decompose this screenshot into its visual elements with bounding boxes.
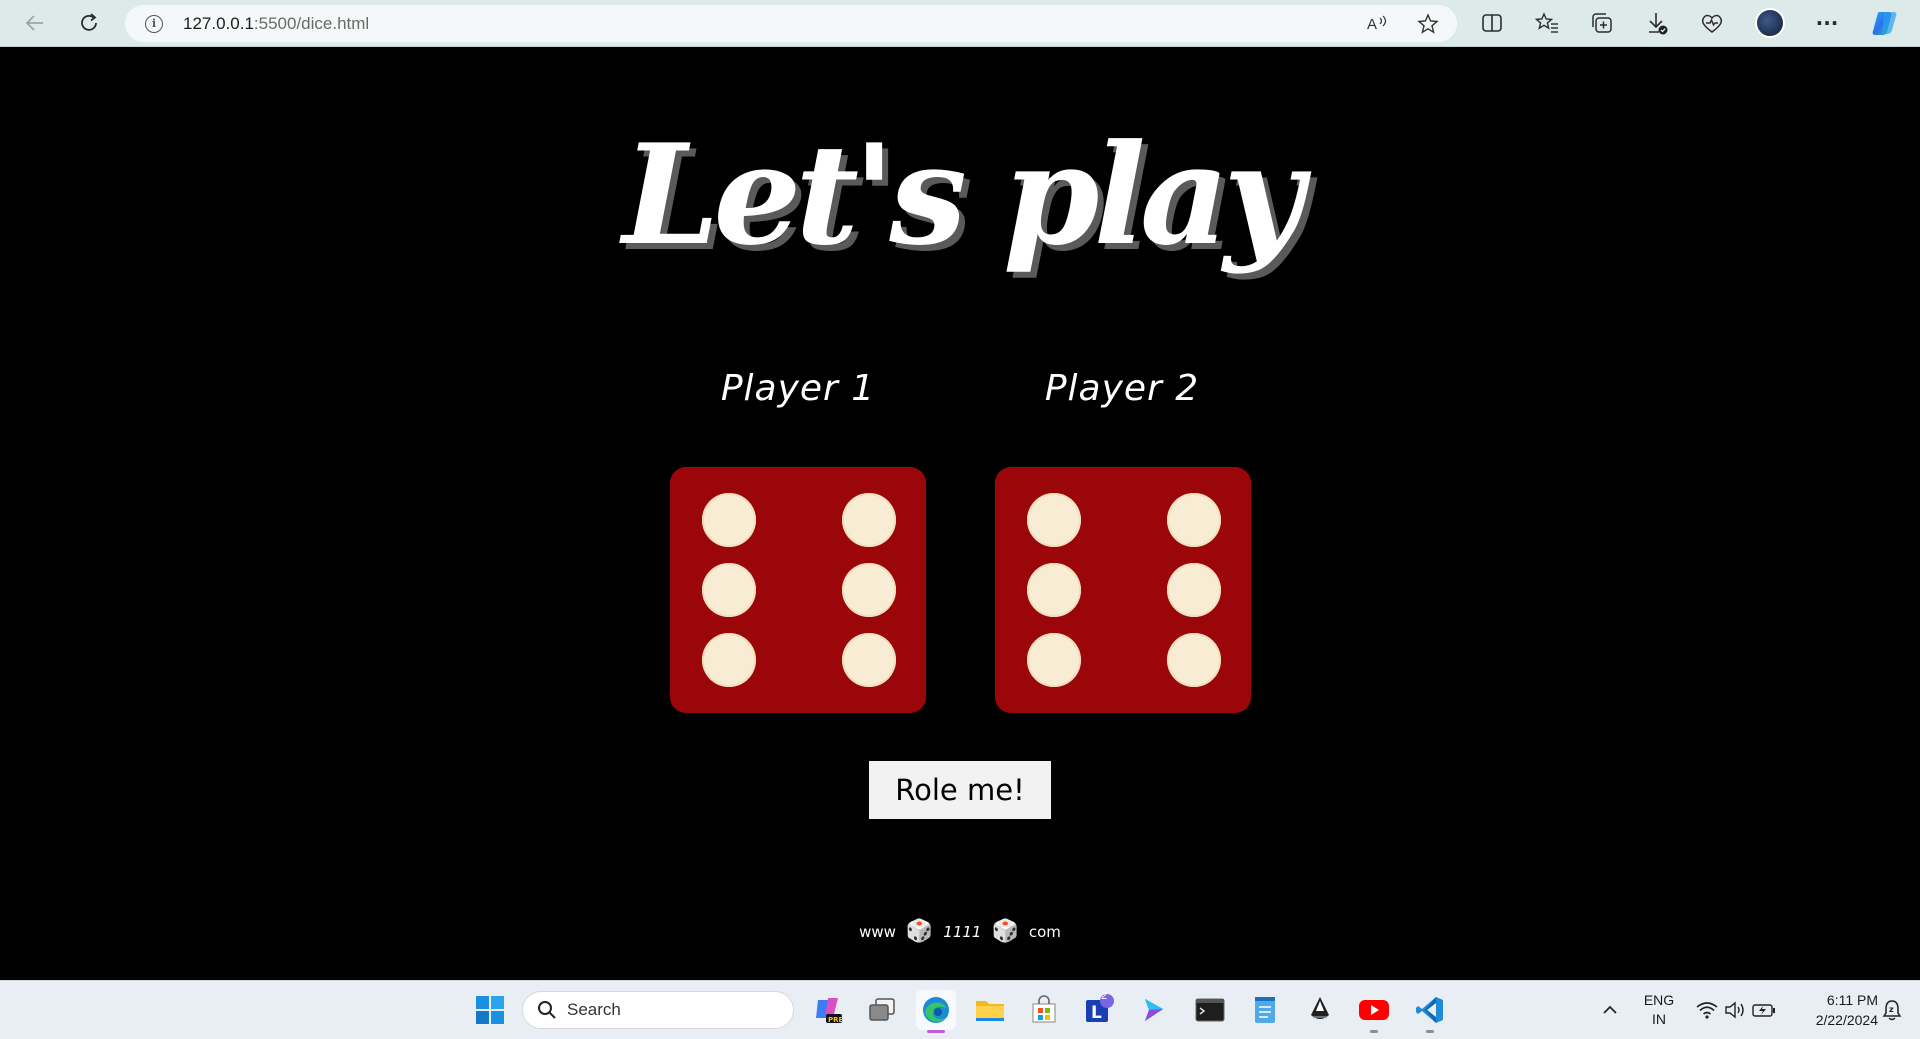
svg-text:PRE: PRE (828, 1016, 844, 1024)
dice-icon: 🎲 (991, 919, 1019, 944)
taskbar-search[interactable]: Search (522, 991, 794, 1029)
browser-essentials-icon (1701, 14, 1723, 33)
browser-toolbar: i 127.0.0.1:5500/dice.html A ··· (0, 0, 1920, 47)
search-icon (538, 1001, 556, 1019)
collections-icon (1592, 13, 1612, 33)
die-pip (702, 633, 756, 687)
language-code: ENG (1643, 992, 1675, 1008)
lists-app-icon[interactable]: L 2 (1080, 990, 1120, 1030)
die-pip (702, 563, 756, 617)
dice-icon: 🎲 (905, 919, 934, 944)
die-pip (1167, 633, 1221, 687)
inkscape-icon[interactable] (1300, 990, 1340, 1030)
profile-avatar[interactable] (1755, 8, 1785, 38)
favorites-button[interactable] (1529, 6, 1565, 40)
die-pip (1167, 563, 1221, 617)
chevron-up-icon[interactable] (1590, 990, 1630, 1030)
system-tray-status[interactable] (1686, 990, 1786, 1030)
battery-icon (1752, 1004, 1775, 1017)
copilot-button[interactable] (1868, 6, 1902, 40)
store-icon[interactable] (1024, 990, 1064, 1030)
read-aloud-icon[interactable]: A (1365, 12, 1391, 36)
player-1-label: Player 1 (720, 368, 876, 409)
more-icon[interactable]: ··· (1809, 6, 1845, 40)
youtube-icon[interactable] (1354, 990, 1394, 1033)
file-explorer-icon[interactable] (970, 990, 1010, 1030)
back-button[interactable] (17, 6, 53, 40)
die-pip (842, 493, 896, 547)
die-pip (1027, 633, 1081, 687)
svg-text:A: A (1367, 16, 1377, 33)
url-text[interactable]: 127.0.0.1:5500/dice.html (183, 14, 369, 34)
region-code: IN (1652, 1011, 1666, 1027)
windows-start-icon (476, 996, 504, 1024)
svg-text:z: z (1889, 1005, 1894, 1014)
split-screen-button[interactable] (1474, 6, 1510, 40)
volume-icon (1725, 1001, 1744, 1019)
refresh-icon (81, 13, 97, 31)
page-title: Let's play (622, 113, 1303, 276)
language-indicator[interactable]: ENG IN (1640, 992, 1678, 1027)
die-pip (1167, 493, 1221, 547)
die-pip (1027, 563, 1081, 617)
copilot-icon (1872, 12, 1897, 35)
downloads-icon (1649, 13, 1668, 35)
favorite-star-icon[interactable] (1415, 12, 1441, 36)
task-view-icon[interactable] (862, 990, 902, 1030)
back-icon (25, 15, 43, 31)
address-bar[interactable]: i 127.0.0.1:5500/dice.html A (125, 5, 1457, 42)
terminal-icon[interactable] (1190, 990, 1230, 1030)
start-button[interactable] (470, 990, 510, 1030)
notification-badge: 2 (1101, 990, 1108, 1002)
roll-button[interactable]: Role me! (869, 761, 1051, 819)
footer-www: www (859, 922, 896, 941)
taskbar: Search PRE L 2 ENG IN 6:11 PM 2/22/2024 … (0, 980, 1920, 1039)
svg-text:L: L (1091, 1003, 1102, 1023)
die-pip (842, 563, 896, 617)
die-pip (842, 633, 896, 687)
footer-number: 1111 (943, 922, 982, 941)
split-screen-icon (1482, 14, 1502, 32)
refresh-button[interactable] (71, 6, 107, 40)
notifications-icon[interactable]: z (1874, 990, 1910, 1030)
clock-time: 6:11 PM (1826, 992, 1878, 1008)
die-pip (1027, 493, 1081, 547)
copilot-taskbar-icon[interactable] (1134, 990, 1174, 1030)
player-2-die (995, 467, 1251, 713)
search-label: Search (567, 1000, 621, 1019)
footer-com: com (1028, 922, 1061, 941)
footer-text: www 🎲 1111 🎲 com (0, 919, 1920, 944)
clock-date: 2/22/2024 (1815, 1012, 1878, 1028)
site-info-icon[interactable]: i (145, 14, 163, 33)
dice-page: Let's play Player 1 Player 2 Role me! ww… (0, 47, 1920, 980)
vscode-icon[interactable] (1410, 990, 1450, 1033)
favorites-icon (1535, 12, 1558, 33)
notepad-icon[interactable] (1245, 990, 1285, 1030)
clock[interactable]: 6:11 PM 2/22/2024 (1786, 992, 1878, 1028)
browser-essentials-button[interactable] (1694, 6, 1730, 40)
die-pip (702, 493, 756, 547)
downloads-button[interactable] (1639, 6, 1675, 40)
copilot-pre-app-icon[interactable]: PRE (808, 990, 848, 1030)
player-1-die (670, 467, 926, 713)
wifi-icon (1696, 1002, 1718, 1019)
edge-taskbar-icon[interactable] (916, 990, 956, 1033)
player-2-label: Player 2 (1044, 368, 1200, 409)
collections-button[interactable] (1584, 6, 1620, 40)
